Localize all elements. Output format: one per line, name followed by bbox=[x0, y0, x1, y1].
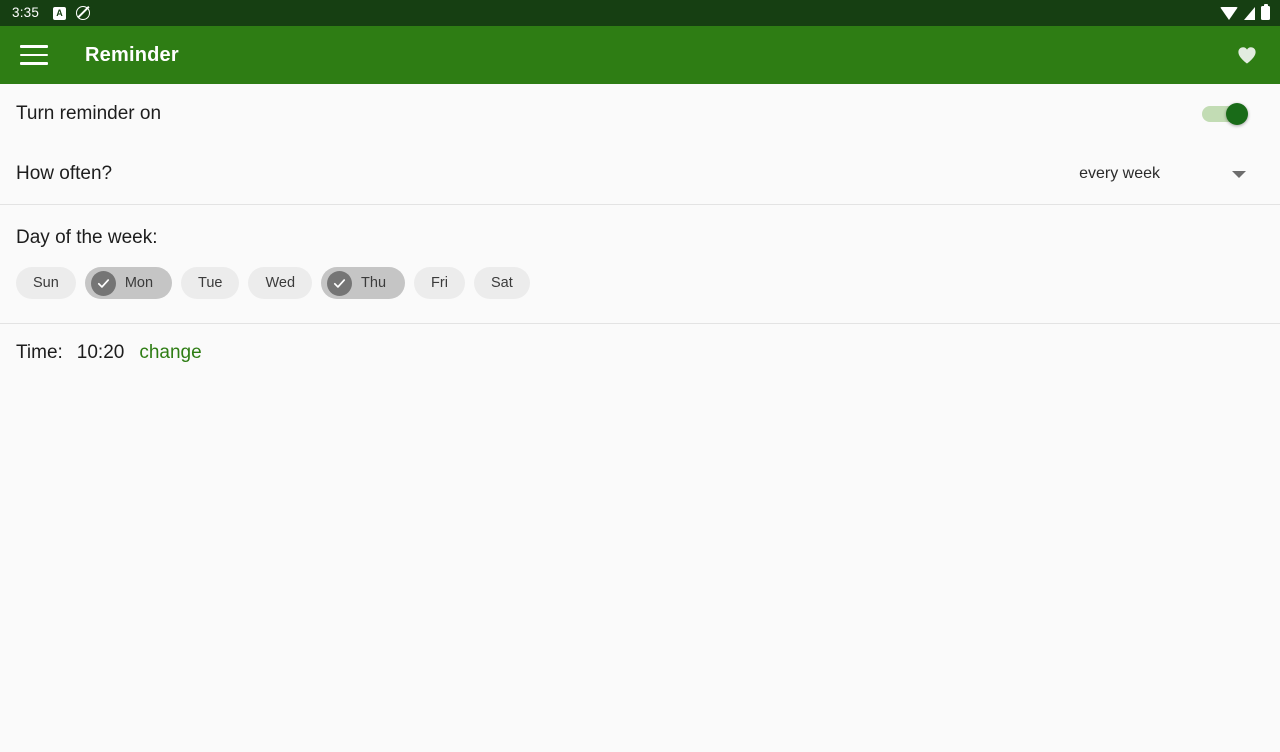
status-bar: 3:35 A bbox=[0, 0, 1280, 26]
hamburger-line bbox=[20, 45, 48, 48]
day-chip-group: Sun Mon Tue Wed Thu Fri Sat bbox=[16, 267, 1264, 299]
frequency-row[interactable]: How often? every week bbox=[0, 144, 1280, 204]
do-not-disturb-icon bbox=[76, 6, 91, 20]
chevron-down-icon bbox=[1232, 170, 1246, 178]
day-of-week-section: Day of the week: Sun Mon Tue Wed Thu Fri… bbox=[0, 205, 1280, 323]
day-chip-wed[interactable]: Wed bbox=[248, 267, 313, 299]
day-chip-sat[interactable]: Sat bbox=[473, 267, 530, 299]
day-of-week-title: Day of the week: bbox=[16, 227, 158, 248]
day-chip-label: Mon bbox=[124, 275, 154, 291]
time-label: Time: bbox=[16, 342, 63, 363]
page-title: Reminder bbox=[85, 43, 179, 66]
frequency-dropdown[interactable]: every week bbox=[1079, 165, 1246, 183]
day-chip-label: Tue bbox=[198, 275, 223, 291]
settings-content: Turn reminder on How often? every week D… bbox=[0, 84, 1280, 364]
a-letter-icon: A bbox=[53, 6, 67, 20]
day-chip-label: Thu bbox=[361, 275, 387, 291]
day-chip-mon[interactable]: Mon bbox=[84, 267, 173, 299]
time-change-link[interactable]: change bbox=[139, 342, 201, 364]
status-right-icons bbox=[1220, 3, 1270, 20]
heart-icon[interactable] bbox=[1234, 43, 1260, 67]
status-clock: 3:35 bbox=[12, 5, 40, 20]
wifi-icon bbox=[1220, 7, 1238, 20]
day-chip-sun[interactable]: Sun bbox=[16, 267, 76, 299]
cellular-signal-icon bbox=[1244, 7, 1255, 20]
hamburger-line bbox=[20, 62, 48, 65]
status-left-icons: A bbox=[53, 6, 91, 20]
reminder-toggle-label: Turn reminder on bbox=[16, 103, 162, 124]
frequency-label: How often? bbox=[16, 163, 113, 184]
reminder-toggle-row[interactable]: Turn reminder on bbox=[0, 84, 1280, 144]
frequency-selected-value: every week bbox=[1079, 165, 1160, 182]
toggle-thumb bbox=[1226, 103, 1248, 125]
time-row: Time: 10:20 change bbox=[0, 324, 1280, 364]
reminder-toggle-switch[interactable] bbox=[1202, 103, 1248, 125]
day-chip-label: Fri bbox=[431, 275, 448, 291]
day-chip-tue[interactable]: Tue bbox=[181, 267, 240, 299]
day-chip-thu[interactable]: Thu bbox=[321, 267, 406, 299]
hamburger-menu-icon[interactable] bbox=[20, 45, 48, 65]
check-icon bbox=[90, 270, 116, 296]
day-chip-label: Sat bbox=[490, 275, 513, 291]
app-bar: Reminder bbox=[0, 26, 1280, 84]
day-chip-label: Wed bbox=[265, 275, 296, 291]
check-icon bbox=[327, 270, 353, 296]
hamburger-line bbox=[20, 53, 48, 57]
day-chip-fri[interactable]: Fri bbox=[414, 267, 465, 299]
day-chip-label: Sun bbox=[33, 275, 59, 291]
battery-icon bbox=[1261, 3, 1270, 20]
time-value: 10:20 bbox=[76, 342, 125, 363]
